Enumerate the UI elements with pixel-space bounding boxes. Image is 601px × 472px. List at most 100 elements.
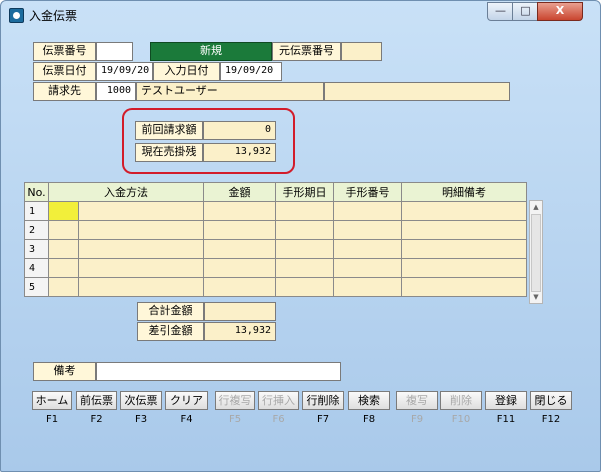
row-no: 2 xyxy=(24,220,49,240)
col-tegata-kijitsu: 手形期日 xyxy=(275,182,334,202)
meisai-biko-cell[interactable] xyxy=(401,239,527,259)
tegata-bango-cell[interactable] xyxy=(333,201,402,221)
kingaku-cell[interactable] xyxy=(203,239,276,259)
home-button[interactable]: ホーム xyxy=(32,391,72,410)
seikyusaki-name-field[interactable]: テストユーザー xyxy=(136,82,324,101)
tegata-kijitsu-cell[interactable] xyxy=(275,258,334,278)
fkey-label: F12 xyxy=(541,414,561,425)
mode-badge: 新規 xyxy=(150,42,272,61)
seikyusaki-code-field[interactable]: 1000 xyxy=(96,82,136,101)
kingaku-cell[interactable] xyxy=(203,201,276,221)
close-button[interactable]: X xyxy=(537,2,583,21)
tegata-bango-cell[interactable] xyxy=(333,277,402,297)
gokei-value xyxy=(204,302,276,321)
row-no: 3 xyxy=(24,239,49,259)
table-row: 2 xyxy=(24,220,527,240)
fkey-label: F11 xyxy=(496,414,516,425)
genzai-label: 現在売掛残 xyxy=(135,143,203,162)
gokei-label: 合計金額 xyxy=(137,302,204,321)
row-insert-button[interactable]: 行挿入 xyxy=(258,391,299,410)
fkey-label: F3 xyxy=(134,414,148,425)
scroll-thumb[interactable] xyxy=(531,214,541,292)
nyukin-hiduke-field[interactable]: 19/09/20 xyxy=(220,62,282,81)
fkey-label: F8 xyxy=(362,414,376,425)
sashihiki-label: 差引金額 xyxy=(137,322,204,341)
col-kingaku: 金額 xyxy=(203,182,276,202)
tegata-bango-cell[interactable] xyxy=(333,220,402,240)
close-form-button[interactable]: 閉じる xyxy=(530,391,572,410)
balance-highlight xyxy=(122,108,295,174)
minimize-button[interactable]: — xyxy=(487,2,514,21)
copy-button[interactable]: 複写 xyxy=(396,391,438,410)
sashihiki-value: 13,932 xyxy=(204,322,276,341)
kingaku-cell[interactable] xyxy=(203,220,276,240)
register-button[interactable]: 登録 xyxy=(485,391,527,410)
nyukin-hiduke-label: 入力日付 xyxy=(153,62,220,81)
app-icon xyxy=(9,8,24,23)
nyukin-hoho-cell[interactable] xyxy=(78,277,204,297)
scroll-down-icon[interactable]: ▼ xyxy=(530,291,542,303)
scroll-up-icon[interactable]: ▲ xyxy=(530,201,542,213)
search-button[interactable]: 検索 xyxy=(348,391,390,410)
col-nyukin-hoho: 入金方法 xyxy=(48,182,204,202)
tegata-bango-cell[interactable] xyxy=(333,258,402,278)
seikyusaki-label: 請求先 xyxy=(33,82,96,101)
col-meisai-biko: 明細備考 xyxy=(401,182,527,202)
memo-label: 備考 xyxy=(33,362,96,381)
row-no: 4 xyxy=(24,258,49,278)
tegata-kijitsu-cell[interactable] xyxy=(275,220,334,240)
table-row: 1 xyxy=(24,201,527,221)
title-bar: 入金伝票 — □ X xyxy=(1,1,600,29)
fkey-label: F6 xyxy=(272,414,285,425)
meisai-biko-cell[interactable] xyxy=(401,201,527,221)
denpyo-bango-field[interactable] xyxy=(96,42,133,61)
table-row: 3 xyxy=(24,239,527,259)
nyukin-hoho-code-cell[interactable] xyxy=(48,277,79,297)
meisai-biko-cell[interactable] xyxy=(401,220,527,240)
nyukin-hoho-code-cell[interactable] xyxy=(48,220,79,240)
kingaku-cell[interactable] xyxy=(203,277,276,297)
seikyusaki-extra-field xyxy=(324,82,510,101)
genzai-value: 13,932 xyxy=(203,143,276,162)
nyukin-hoho-code-cell[interactable] xyxy=(48,258,79,278)
nyukin-hoho-code-cell[interactable] xyxy=(48,201,79,221)
fkey-label: F2 xyxy=(90,414,103,425)
moto-denpyo-field[interactable] xyxy=(341,42,382,61)
nyukin-hoho-cell[interactable] xyxy=(78,258,204,278)
row-delete-button[interactable]: 行削除 xyxy=(302,391,344,410)
grid-scrollbar[interactable]: ▲ ▼ xyxy=(529,200,543,304)
prev-denpyo-button[interactable]: 前伝票 xyxy=(76,391,117,410)
nyukin-hoho-cell[interactable] xyxy=(78,220,204,240)
nyukin-hoho-cell[interactable] xyxy=(78,239,204,259)
tegata-kijitsu-cell[interactable] xyxy=(275,277,334,297)
fkey-label: F7 xyxy=(316,414,330,425)
fkey-label: F10 xyxy=(451,414,471,425)
denpyo-bango-label: 伝票番号 xyxy=(33,42,96,61)
tegata-kijitsu-cell[interactable] xyxy=(275,239,334,259)
zenkai-label: 前回請求額 xyxy=(135,121,203,140)
next-denpyo-button[interactable]: 次伝票 xyxy=(120,391,162,410)
row-no: 5 xyxy=(24,277,49,297)
nyukin-hoho-code-cell[interactable] xyxy=(48,239,79,259)
window-title: 入金伝票 xyxy=(29,9,78,23)
tegata-kijitsu-cell[interactable] xyxy=(275,201,334,221)
moto-denpyo-label: 元伝票番号 xyxy=(272,42,341,61)
delete-button[interactable]: 削除 xyxy=(440,391,482,410)
kingaku-cell[interactable] xyxy=(203,258,276,278)
table-row: 5 xyxy=(24,277,527,297)
grid-header-row: No. 入金方法 金額 手形期日 手形番号 明細備考 xyxy=(24,182,527,202)
tegata-bango-cell[interactable] xyxy=(333,239,402,259)
row-copy-button[interactable]: 行複写 xyxy=(215,391,255,410)
table-row: 4 xyxy=(24,258,527,278)
denpyo-hiduke-label: 伝票日付 xyxy=(33,62,96,81)
meisai-biko-cell[interactable] xyxy=(401,258,527,278)
detail-grid: No. 入金方法 金額 手形期日 手形番号 明細備考 1 2 3 4 5 xyxy=(24,182,527,297)
col-tegata-bango: 手形番号 xyxy=(333,182,402,202)
memo-field[interactable] xyxy=(96,362,341,381)
denpyo-hiduke-field[interactable]: 19/09/20 xyxy=(96,62,153,81)
meisai-biko-cell[interactable] xyxy=(401,277,527,297)
nyukin-hoho-cell[interactable] xyxy=(78,201,204,221)
clear-button[interactable]: クリア xyxy=(165,391,208,410)
fkey-label: F4 xyxy=(180,414,193,425)
maximize-button[interactable]: □ xyxy=(512,2,539,21)
